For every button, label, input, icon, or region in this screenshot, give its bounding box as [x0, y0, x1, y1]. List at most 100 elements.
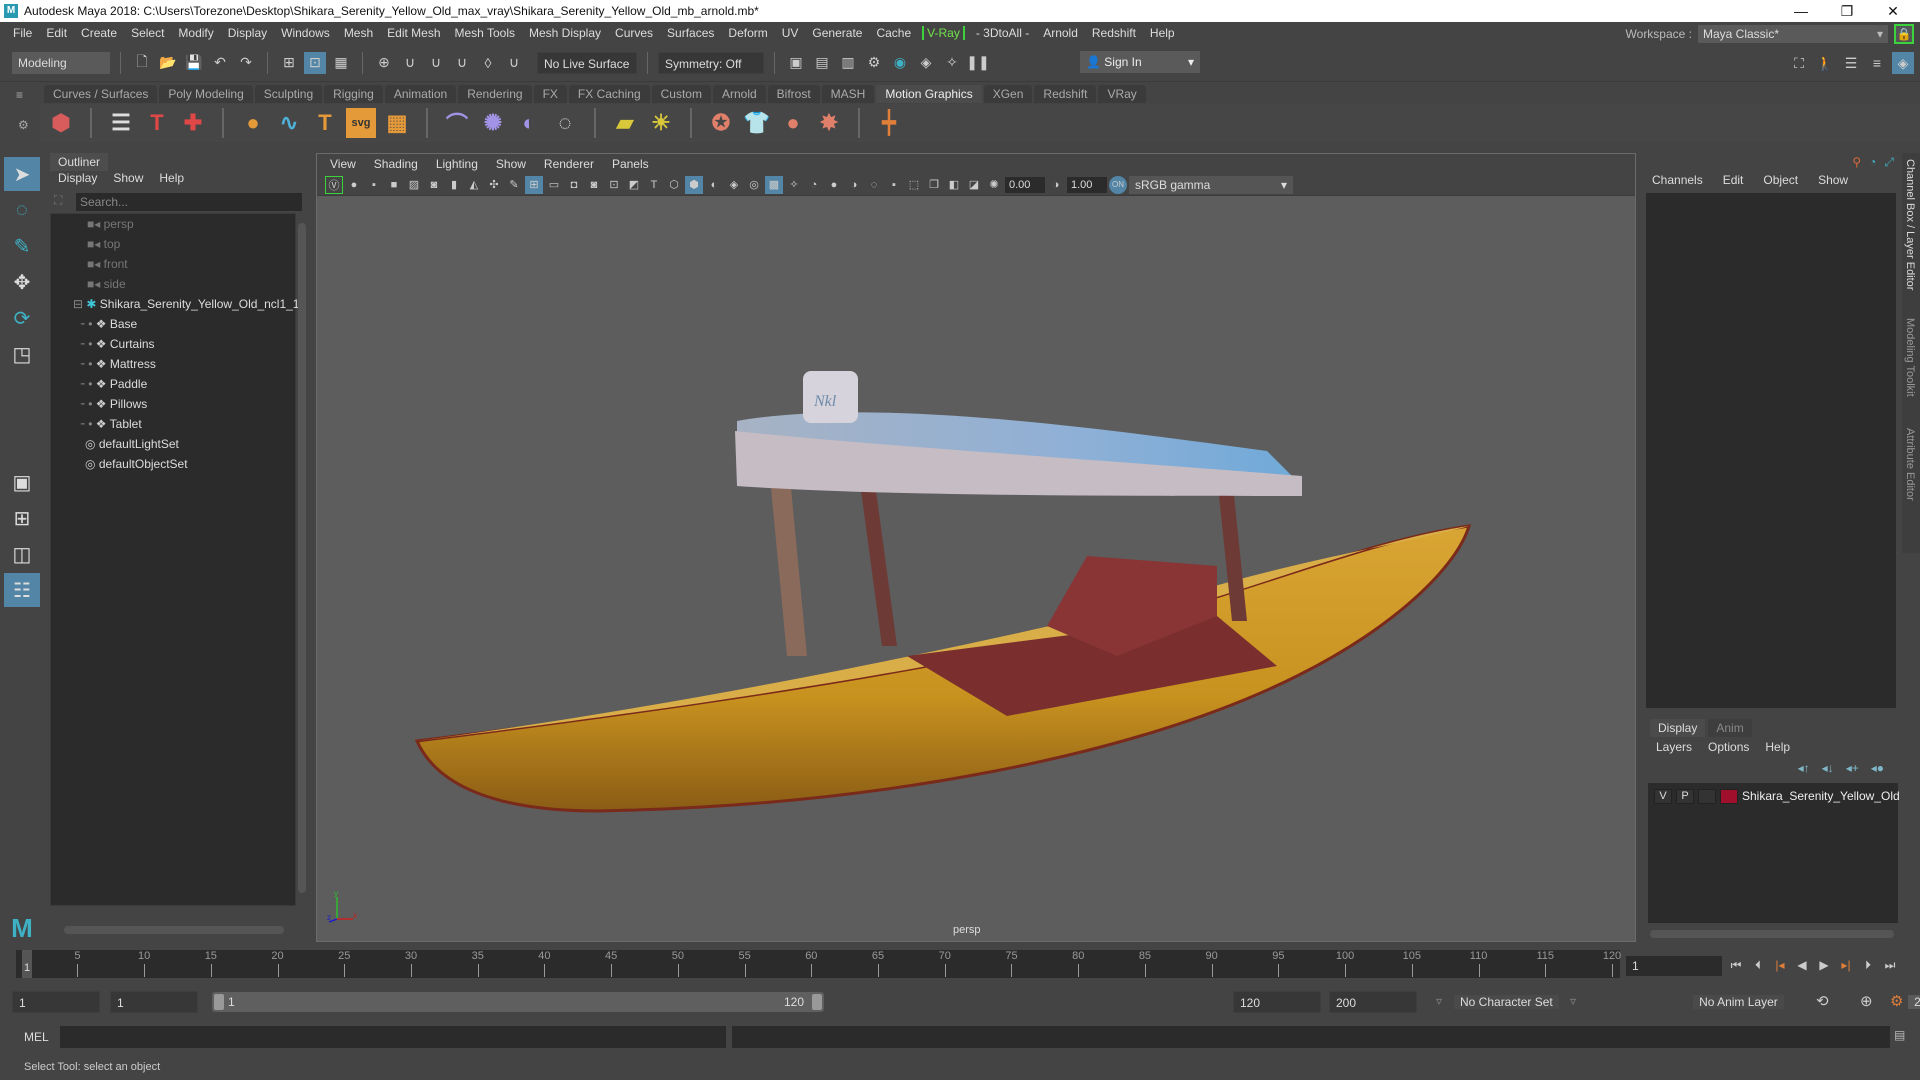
- wave-icon[interactable]: ◌: [550, 108, 580, 138]
- save-scene-icon[interactable]: 💾: [183, 52, 205, 74]
- safe-action-icon[interactable]: ◩: [625, 176, 643, 194]
- anim-layer-dropdown-arrow-icon[interactable]: ▿: [1570, 994, 1576, 1008]
- ambient-occlusion-icon[interactable]: ●: [825, 176, 843, 194]
- shelf-tab[interactable]: Redshift: [1034, 85, 1097, 103]
- options-menu[interactable]: Options: [1708, 740, 1749, 754]
- svg-icon[interactable]: svg: [346, 108, 376, 138]
- menu-deform[interactable]: Deform: [721, 26, 774, 40]
- attribute-editor-icon[interactable]: ☰: [1840, 52, 1862, 74]
- outliner-tab[interactable]: Outliner: [50, 153, 109, 171]
- menu-mesh-tools[interactable]: Mesh Tools: [448, 26, 522, 40]
- explode-icon[interactable]: ✸: [814, 108, 844, 138]
- outliner-horizontal-scrollbar[interactable]: [64, 926, 284, 934]
- live-surface-field[interactable]: No Live Surface: [537, 51, 637, 74]
- depth-of-field-icon[interactable]: ▪: [885, 176, 903, 194]
- grid-icon[interactable]: ⊞: [525, 175, 543, 194]
- bookmark-icon[interactable]: ▪: [365, 176, 383, 194]
- select-object-icon[interactable]: ⊡: [304, 51, 326, 74]
- side-tab-channel-box[interactable]: Channel Box / Layer Editor: [1904, 159, 1916, 290]
- single-perspective-layout-icon[interactable]: ▣: [4, 465, 40, 499]
- channels-menu[interactable]: Channels: [1652, 173, 1703, 187]
- gamma-input[interactable]: 1.00: [1067, 176, 1107, 193]
- field-chart-icon[interactable]: ⊡: [605, 176, 623, 194]
- rotate-tool-icon[interactable]: ⟳: [4, 301, 40, 335]
- bookmark2-icon[interactable]: ▮: [445, 176, 463, 194]
- render-settings-icon[interactable]: ⚙: [863, 52, 885, 74]
- show-menu[interactable]: Show: [1818, 173, 1848, 187]
- shelf-tab[interactable]: Custom: [651, 85, 711, 103]
- mel-label[interactable]: MEL: [24, 1030, 49, 1044]
- play-backwards-icon[interactable]: ◀: [1793, 955, 1811, 975]
- instancer-icon[interactable]: ✪: [706, 108, 736, 138]
- menu-cache[interactable]: Cache: [869, 26, 918, 40]
- layer-row[interactable]: V P Shikara_Serenity_Yellow_Old: [1648, 783, 1900, 811]
- color-space-dropdown[interactable]: sRGB gamma ▾: [1129, 175, 1293, 194]
- menu-generate[interactable]: Generate: [805, 26, 869, 40]
- human-ik-icon[interactable]: 🚶: [1814, 52, 1836, 74]
- menu-select[interactable]: Select: [124, 26, 171, 40]
- shadows-icon[interactable]: ◔: [805, 176, 823, 194]
- side-tab-attribute-editor[interactable]: Attribute Editor: [1904, 428, 1916, 501]
- shelf-tab[interactable]: FX: [533, 85, 567, 103]
- new-scene-icon[interactable]: 🗋: [131, 52, 153, 74]
- shelf-tab-active[interactable]: Motion Graphics: [876, 85, 982, 103]
- maximize-button[interactable]: ❐: [1824, 0, 1870, 22]
- menu-windows[interactable]: Windows: [274, 26, 337, 40]
- layer-color-swatch[interactable]: [1720, 789, 1738, 804]
- range-slider-bar[interactable]: 1 120: [212, 992, 824, 1012]
- manipulator-icon[interactable]: ⚲: [1852, 155, 1861, 170]
- undo-icon[interactable]: ↶: [209, 52, 231, 74]
- list-item[interactable]: ■◂ side: [51, 274, 295, 294]
- exposure-input[interactable]: 0.00: [1005, 176, 1045, 193]
- xray-active-icon[interactable]: ◧: [945, 176, 963, 194]
- snap-live-icon[interactable]: ∪: [503, 52, 525, 74]
- menu-redshift[interactable]: Redshift: [1085, 26, 1143, 40]
- film-gate-icon[interactable]: ▭: [545, 176, 563, 194]
- filter-icon[interactable]: ⛶: [54, 193, 62, 208]
- use-all-lights-icon[interactable]: ✧: [785, 176, 803, 194]
- mograph-cube-icon[interactable]: ⬢: [46, 108, 76, 138]
- menu-surfaces[interactable]: Surfaces: [660, 26, 721, 40]
- select-hierarchy-icon[interactable]: ⊞: [278, 52, 300, 74]
- sweep-icon[interactable]: ✚: [178, 108, 208, 138]
- range-end-handle[interactable]: [812, 994, 822, 1010]
- grease-pencil-icon[interactable]: ✎: [505, 176, 523, 194]
- list-item[interactable]: ╴• ❖ Base: [51, 314, 295, 334]
- go-to-start-icon[interactable]: ⏮: [1727, 955, 1745, 975]
- mode-dropdown[interactable]: Modeling: [12, 51, 110, 74]
- shelf-tab[interactable]: Animation: [384, 85, 457, 103]
- minimize-button[interactable]: —: [1778, 0, 1824, 22]
- shelf-tab[interactable]: XGen: [983, 85, 1033, 103]
- gear-icon[interactable]: ⚙: [18, 118, 29, 132]
- sun-icon[interactable]: ☀: [646, 108, 676, 138]
- list-item[interactable]: ╴• ❖ Pillows: [51, 394, 295, 414]
- lock-camera-icon[interactable]: ▨: [405, 176, 423, 194]
- 2d-pan-zoom-icon[interactable]: ✣: [485, 176, 503, 194]
- open-scene-icon[interactable]: 📂: [157, 52, 179, 74]
- image-plane-icon[interactable]: ◭: [465, 176, 483, 194]
- wireframe-on-shaded-icon[interactable]: ◈: [725, 176, 743, 194]
- motion-blur-icon[interactable]: ◑: [845, 176, 863, 194]
- viewport-menu-lighting[interactable]: Lighting: [427, 154, 487, 174]
- outliner-menu-display[interactable]: Display: [58, 171, 97, 185]
- range-start-handle[interactable]: [214, 994, 224, 1010]
- tool-settings-icon[interactable]: ≡: [1866, 52, 1888, 74]
- light-editor-icon[interactable]: ✧: [941, 52, 963, 74]
- layer-display-type-toggle[interactable]: [1698, 789, 1716, 804]
- step-back-key-icon[interactable]: |◂: [1771, 955, 1789, 975]
- pivot-icon[interactable]: ┿: [874, 108, 904, 138]
- xray-joints-icon[interactable]: ❐: [925, 176, 943, 194]
- list-item[interactable]: ◎ defaultObjectSet: [51, 454, 295, 474]
- animation-end-input[interactable]: 200: [1329, 991, 1417, 1013]
- list-item[interactable]: ■◂ front: [51, 254, 295, 274]
- anti-aliasing-icon[interactable]: ◌: [865, 176, 883, 194]
- render-setup-icon[interactable]: ◈: [915, 52, 937, 74]
- two-view-layout-icon[interactable]: ◫: [4, 537, 40, 571]
- menu-modify[interactable]: Modify: [171, 26, 220, 40]
- animation-start-input[interactable]: 1: [12, 991, 100, 1013]
- boolean-icon[interactable]: ▦: [382, 108, 412, 138]
- menu-curves[interactable]: Curves: [608, 26, 660, 40]
- pause-icon[interactable]: ❚❚: [966, 52, 989, 74]
- character-set-dropdown[interactable]: No Character Set: [1454, 995, 1559, 1009]
- time-slider-bar[interactable]: 1 5 10 15 20 25 30 35 40 45 50 55 60 65 70 75 80 85 90 95 1…: [16, 950, 1621, 978]
